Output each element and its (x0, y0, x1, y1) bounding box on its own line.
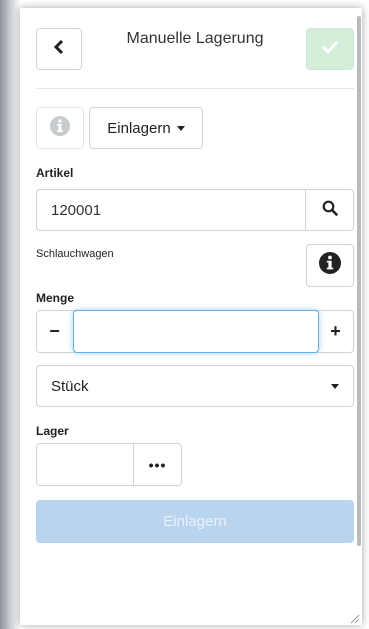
lager-browse-button[interactable]: ••• (133, 444, 181, 485)
scrollbar-thumb[interactable] (357, 16, 361, 546)
artikel-field-group (36, 189, 354, 231)
header-divider (36, 88, 354, 89)
info-circle-icon (318, 251, 342, 280)
info-button[interactable] (36, 107, 84, 149)
confirm-button[interactable] (306, 28, 354, 70)
scrollbar[interactable] (356, 16, 362, 586)
lager-label: Lager (36, 424, 69, 438)
lager-input[interactable] (37, 444, 134, 485)
article-name: Schlauchwagen (36, 248, 114, 260)
mode-dropdown-label: Einlagern (107, 119, 171, 137)
decrement-button[interactable]: − (37, 311, 72, 352)
back-button[interactable] (36, 28, 82, 70)
menge-input[interactable] (73, 310, 319, 353)
check-icon (320, 39, 340, 60)
artikel-label: Artikel (36, 166, 74, 180)
artikel-search-button[interactable] (305, 190, 353, 230)
menge-label: Menge (36, 291, 75, 305)
resize-grip-icon[interactable] (348, 611, 360, 624)
article-info-button[interactable] (306, 244, 354, 287)
caret-down-icon (176, 125, 185, 131)
lager-field-group: ••• (36, 443, 182, 486)
chevron-left-icon (53, 39, 64, 58)
unit-select[interactable]: Stück (36, 365, 354, 407)
caret-down-icon (331, 384, 339, 389)
menge-stepper: − + (36, 310, 354, 353)
search-icon (322, 200, 338, 221)
unit-select-value: Stück (51, 377, 89, 395)
artikel-input[interactable] (37, 190, 307, 230)
increment-button[interactable]: + (318, 311, 353, 352)
info-circle-icon (49, 115, 71, 142)
mode-dropdown[interactable]: Einlagern (89, 107, 203, 149)
einlagern-submit-button[interactable]: Einlagern (36, 500, 354, 543)
page-title: Manuelle Lagerung (126, 30, 264, 47)
